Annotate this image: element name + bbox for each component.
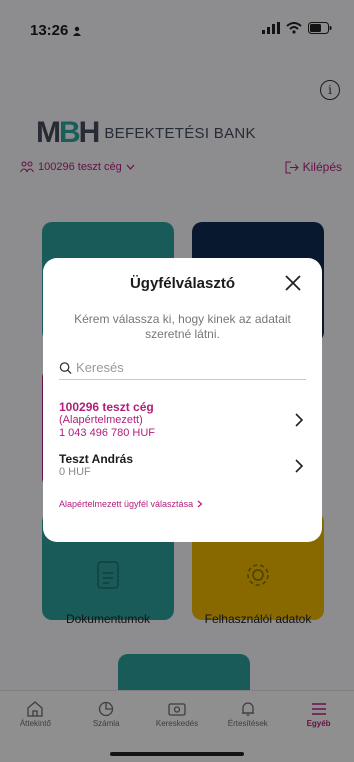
client-info: 100296 teszt cég (Alapértelmezett) 1 043… [59,400,155,440]
search-field[interactable] [59,356,306,380]
set-default-client-label: Alapértelmezett ügyfél választása [59,499,194,509]
chevron-right-icon [295,458,304,473]
set-default-client-link[interactable]: Alapértelmezett ügyfél választása [59,499,306,509]
client-balance: 1 043 496 780 HUF [59,427,156,439]
dialog-description: Kérem válassza ki, hogy kinek az adatait… [74,312,291,341]
client-list: 100296 teszt cég (Alapértelmezett) 1 043… [59,394,306,485]
chevron-right-small-icon [197,500,203,508]
chevron-right-icon [295,413,304,427]
close-icon[interactable] [282,272,304,294]
client-name: 100296 teszt cég [59,400,154,414]
dialog-header: Ügyfélválasztó [59,258,306,308]
client-selector-dialog: Ügyfélválasztó Kérem válassza ki, hogy k… [43,258,322,542]
client-balance: 0 HUF [59,466,91,478]
client-info: Teszt András 0 HUF [59,452,133,479]
search-icon [59,361,72,374]
default-tag: (Alapértelmezett) [59,414,143,426]
search-input[interactable] [76,360,306,375]
client-option[interactable]: Teszt András 0 HUF [59,446,306,485]
client-name: Teszt András [59,452,134,466]
client-option[interactable]: 100296 teszt cég (Alapértelmezett) 1 043… [59,394,306,446]
dialog-title: Ügyfélválasztó [129,274,236,292]
